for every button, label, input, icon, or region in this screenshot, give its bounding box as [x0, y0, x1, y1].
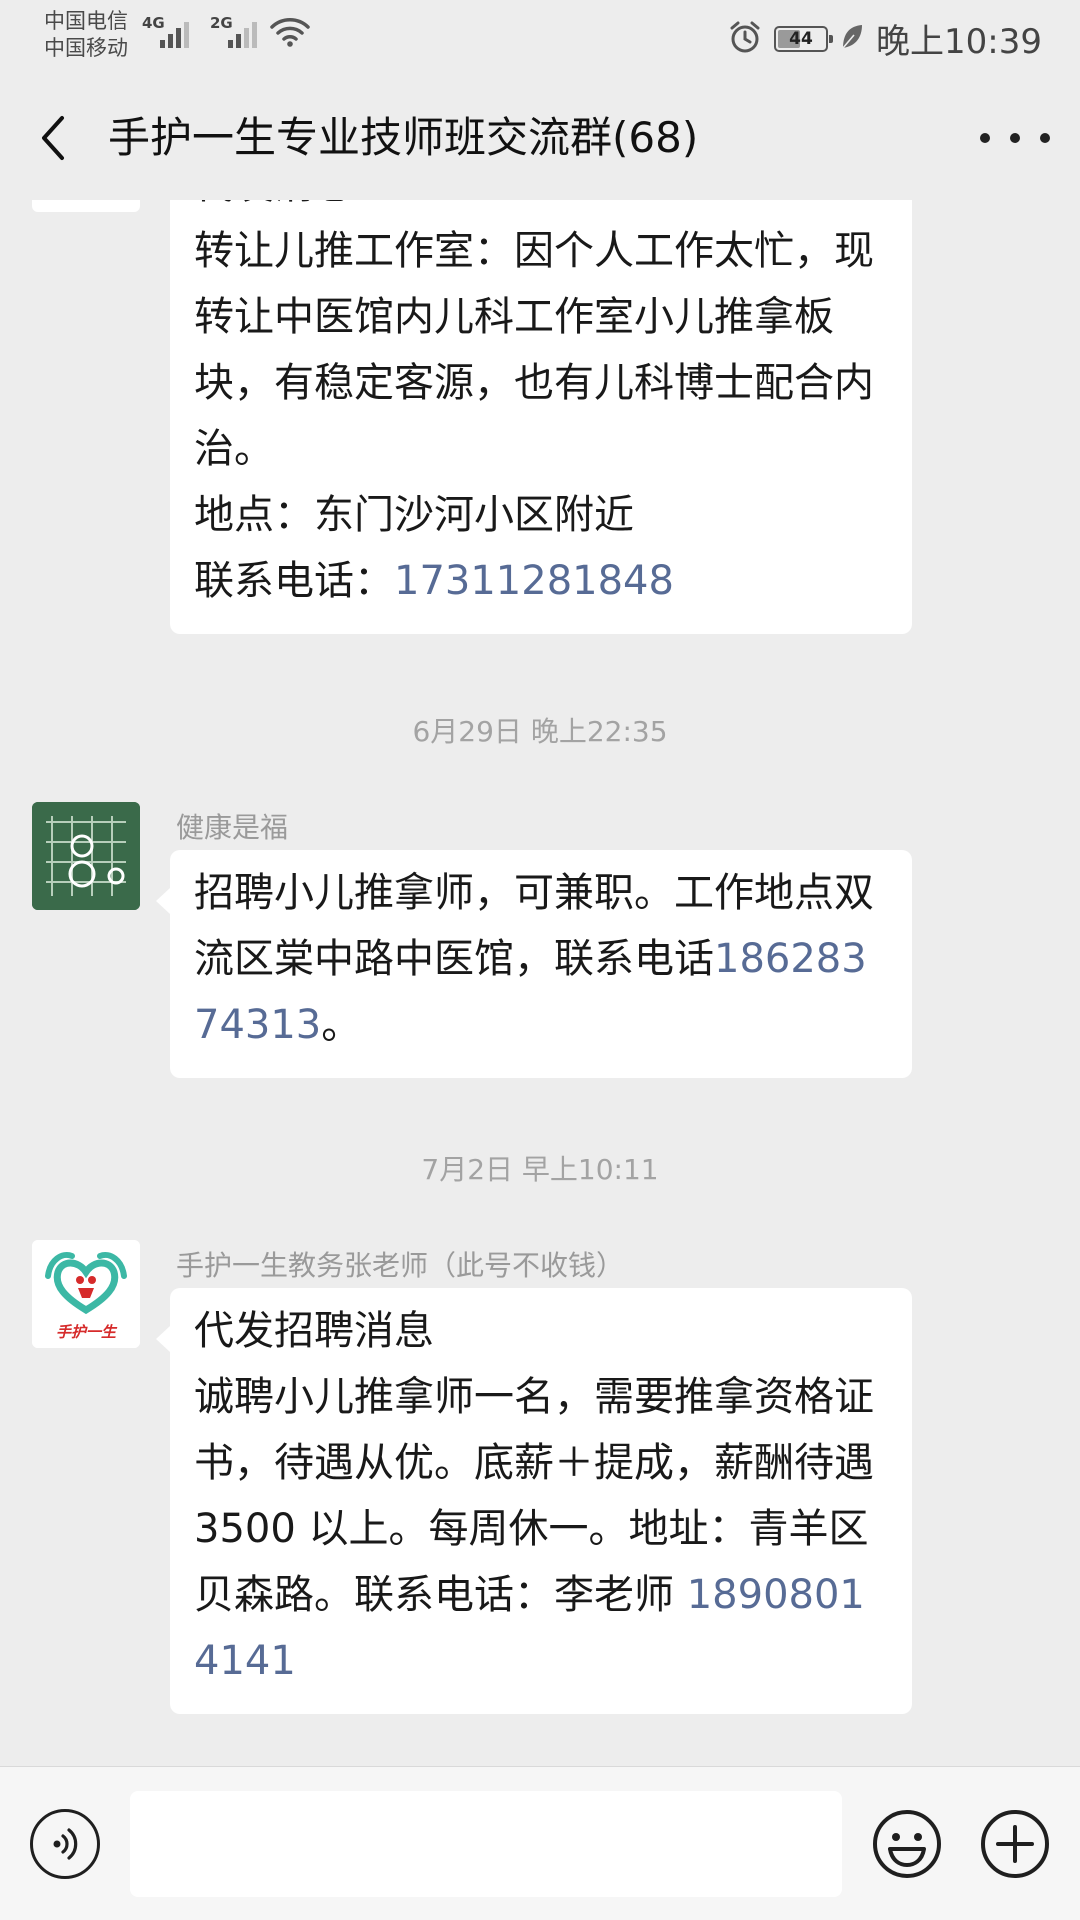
- wifi-icon: [270, 16, 310, 52]
- add-icon[interactable]: [980, 1809, 1050, 1879]
- carrier-1: 中国电信: [44, 9, 128, 33]
- signal-4g-icon: 4G: [142, 14, 200, 54]
- status-right: 44 晚上10:39: [728, 14, 1042, 63]
- back-icon[interactable]: [30, 114, 78, 162]
- message-input[interactable]: [130, 1791, 842, 1897]
- nav-bar: 手护一生专业技师班交流群(68): [0, 76, 1080, 200]
- avatar[interactable]: 手护一生: [32, 1240, 140, 1348]
- message-list[interactable]: 代发消息： 转让儿推工作室：因个人工作太忙，现转让中医馆内儿科工作室小儿推拿板块…: [0, 200, 1080, 1766]
- status-bar: 中国电信 中国移动 4G 2G 44 晚上10:39: [0, 0, 1080, 76]
- sender-name: 手护一生教务张老师（此号不收钱）: [176, 1249, 625, 1282]
- message-bubble[interactable]: 招聘小儿推拿师，可兼职。工作地点双流区棠中路中医馆，联系电话1862837431…: [156, 850, 912, 1078]
- more-icon[interactable]: [980, 114, 1050, 162]
- input-bar: [0, 1766, 1080, 1920]
- timestamp: 7月2日 早上10:11: [421, 1153, 659, 1186]
- clock: 晚上10:39: [876, 22, 1042, 62]
- carrier-2: 中国移动: [44, 36, 128, 60]
- voice-icon[interactable]: [30, 1809, 100, 1879]
- message-bubble[interactable]: 代发招聘消息 诚聘小儿推拿师一名，需要推拿资格证书，待遇从优。底薪＋提成，薪酬待…: [156, 1288, 912, 1714]
- message-text-end: 。: [321, 1002, 362, 1048]
- battery-icon: 44: [774, 25, 834, 52]
- emoji-icon[interactable]: [872, 1809, 942, 1879]
- chat-screen: 中国电信 中国移动 4G 2G 44 晚上10:39 手护一生专业技师班交流群(…: [0, 0, 1080, 1920]
- signal-indicators: 4G 2G: [142, 14, 268, 54]
- message-text: 代发消息： 转让儿推工作室：因个人工作太忙，现转让中医馆内儿科工作室小儿推拿板块…: [194, 200, 874, 604]
- phone-link[interactable]: 17311281848: [394, 558, 674, 604]
- signal-2g-icon: 2G: [210, 14, 268, 54]
- leaf-icon: [840, 23, 864, 55]
- avatar[interactable]: [32, 802, 140, 910]
- sender-name: 健康是福: [176, 811, 289, 844]
- timestamp: 6月29日 晚上22:35: [412, 715, 668, 748]
- message-bubble[interactable]: 代发消息： 转让儿推工作室：因个人工作太忙，现转让中医馆内儿科工作室小儿推拿板块…: [170, 200, 912, 634]
- avatar-logo-text: 手护一生: [55, 1323, 116, 1341]
- chat-title: 手护一生专业技师班交流群(68): [108, 113, 699, 162]
- avatar[interactable]: [32, 200, 140, 212]
- alarm-icon: [728, 20, 762, 58]
- carrier-labels: 中国电信 中国移动: [44, 8, 128, 62]
